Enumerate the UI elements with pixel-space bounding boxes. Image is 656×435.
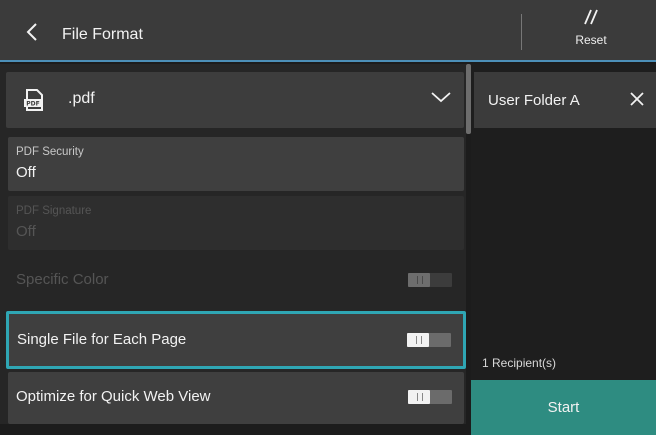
single-file-label: Single File for Each Page — [17, 331, 187, 348]
page-title: File Format — [62, 26, 143, 43]
optimize-web-row[interactable]: Optimize for Quick Web View — [8, 372, 464, 424]
pdf-security-label: PDF Security — [16, 146, 84, 158]
optimize-web-label: Optimize for Quick Web View — [16, 388, 211, 405]
specific-color-toggle — [408, 273, 452, 287]
optimize-web-toggle[interactable] — [408, 390, 452, 404]
file-format-dropdown[interactable]: PDF .pdf — [6, 72, 464, 128]
pdf-security-value: Off — [16, 164, 36, 181]
reset-label: Reset — [575, 33, 607, 47]
specific-color-row: Specific Color — [8, 253, 464, 307]
specific-color-label: Specific Color — [16, 271, 109, 288]
toggle-knob — [408, 273, 430, 287]
recipient-item[interactable]: User Folder A — [474, 72, 656, 128]
pdf-signature-button: PDF Signature Off — [8, 196, 464, 250]
pdf-icon-text: PDF — [26, 101, 39, 108]
recipient-count: 1 Recipient(s) — [482, 356, 557, 370]
header-bar: File Format Reset — [0, 0, 656, 62]
pdf-security-button[interactable]: PDF Security Off — [8, 137, 464, 191]
pdf-signature-label: PDF Signature — [16, 205, 92, 217]
single-file-row[interactable]: Single File for Each Page — [6, 311, 466, 369]
toggle-knob — [407, 333, 429, 347]
toggle-knob — [408, 390, 430, 404]
reset-button[interactable]: Reset — [546, 8, 636, 56]
chevron-down-icon — [431, 92, 451, 103]
single-file-toggle[interactable] — [407, 333, 451, 347]
file-format-value: .pdf — [68, 90, 95, 107]
pdf-file-icon: PDF — [24, 89, 43, 111]
double-slash-icon — [584, 9, 598, 25]
back-button[interactable] — [14, 14, 50, 50]
chevron-left-icon — [26, 23, 37, 41]
recipient-name: User Folder A — [488, 92, 580, 109]
bottom-strip — [0, 424, 471, 435]
header-divider — [521, 14, 522, 50]
pdf-signature-value: Off — [16, 223, 36, 240]
start-button[interactable]: Start — [471, 380, 656, 435]
close-icon[interactable] — [628, 90, 646, 108]
